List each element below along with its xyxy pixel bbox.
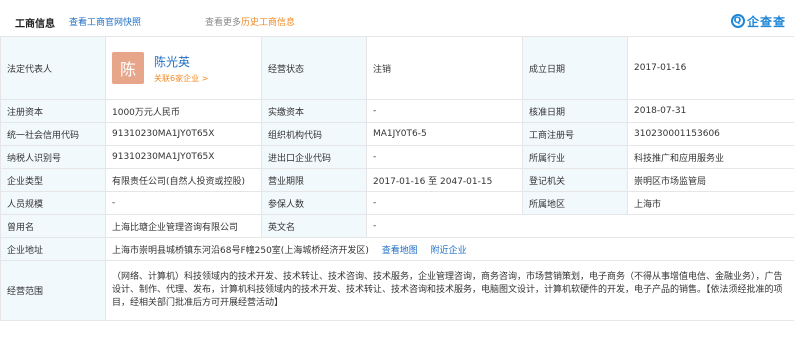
import-value: - (366, 145, 523, 169)
table-row: 企业类型 有限责任公司(自然人投资或控股) 营业期限 2017-01-16 至 … (0, 168, 794, 192)
reg-no-value: 310230001153606 (627, 122, 794, 146)
address-label: 企业地址 (0, 237, 106, 261)
table-row: 注册资本 1000万元人民币 实缴资本 - 核准日期 2018-07-31 (0, 99, 794, 123)
tax-id-value: 91310230MA1JY0T65X (105, 145, 262, 169)
table-row: 经营范围 （网络、计算机）科技领域内的技术开发、技术转让、技术咨询、技术服务，企… (0, 260, 794, 321)
logo-icon: Q (730, 14, 745, 28)
logo-text: 企查查 (746, 14, 786, 29)
table-row: 统一社会信用代码 91310230MA1JY0T65X 组织机构代码 MA1JY… (0, 122, 794, 146)
avatar: 陈 (112, 52, 144, 84)
authority-label: 登记机关 (522, 168, 628, 192)
region-value: 上海市 (627, 191, 794, 215)
authority-value: 崇明区市场监管局 (627, 168, 794, 192)
credit-code-value: 91310230MA1JY0T65X (105, 122, 262, 146)
type-value: 有限责任公司(自然人投资或控股) (105, 168, 262, 192)
table-row: 企业地址 上海市崇明县城桥镇东河沿68号F幢250室(上海城桥经济开发区) 查看… (0, 237, 794, 261)
rep-label: 法定代表人 (0, 36, 106, 100)
business-info-table: 法定代表人 陈 陈光英 关联6家企业 > 经营状态 注销 成立日期 2017-0… (0, 36, 794, 321)
history-link-text[interactable]: 历史工商信息 (241, 18, 295, 28)
term-value: 2017-01-16 至 2047-01-15 (366, 168, 523, 192)
nearby-companies-link[interactable]: 附近企业 (431, 246, 467, 256)
rep-name-link[interactable]: 陈光英 (154, 53, 208, 70)
tax-id-label: 纳税人识别号 (0, 145, 106, 169)
scope-label: 经营范围 (0, 260, 106, 321)
address-value: 上海市崇明县城桥镇东河沿68号F幢250室(上海城桥经济开发区) (112, 245, 369, 256)
insured-label: 参保人数 (261, 191, 367, 215)
approved-label: 核准日期 (522, 99, 628, 123)
table-row: 法定代表人 陈 陈光英 关联6家企业 > 经营状态 注销 成立日期 2017-0… (0, 36, 794, 100)
approved-value: 2018-07-31 (627, 99, 794, 123)
staff-value: - (105, 191, 262, 215)
status-value: 注销 (366, 36, 523, 100)
paid-value: - (366, 99, 523, 123)
section-header: 工商信息 查看工商官网快照 查看更多历史工商信息 Q 企查查 (0, 0, 794, 30)
staff-label: 人员规模 (0, 191, 106, 215)
import-label: 进出口企业代码 (261, 145, 367, 169)
capital-label: 注册资本 (0, 99, 106, 123)
term-label: 营业期限 (261, 168, 367, 192)
status-label: 经营状态 (261, 36, 367, 100)
qichacha-logo[interactable]: Q 企查查 (730, 11, 786, 31)
english-value: - (366, 214, 794, 238)
reg-no-label: 工商注册号 (522, 122, 628, 146)
org-code-label: 组织机构代码 (261, 122, 367, 146)
english-label: 英文名 (261, 214, 367, 238)
related-companies-link[interactable]: 关联6家企业 > (154, 73, 208, 84)
snapshot-link[interactable]: 查看工商官网快照 (69, 15, 141, 28)
capital-value: 1000万元人民币 (105, 99, 262, 123)
view-map-link[interactable]: 查看地图 (382, 246, 418, 256)
section-title: 工商信息 (15, 19, 55, 30)
former-name-value: 上海比瑭企业管理咨询有限公司 (105, 214, 262, 238)
history-prefix: 查看更多 (205, 18, 242, 28)
founded-label: 成立日期 (522, 36, 628, 100)
rep-cell: 陈 陈光英 关联6家企业 > (105, 36, 262, 100)
credit-code-label: 统一社会信用代码 (0, 122, 106, 146)
history-link[interactable]: 查看更多历史工商信息 (205, 15, 295, 28)
org-code-value: MA1JY0T6-5 (366, 122, 523, 146)
insured-value: - (366, 191, 523, 215)
region-label: 所属地区 (522, 191, 628, 215)
paid-label: 实缴资本 (261, 99, 367, 123)
scope-value: （网络、计算机）科技领域内的技术开发、技术转让、技术咨询、技术服务，企业管理咨询… (105, 260, 794, 321)
address-cell: 上海市崇明县城桥镇东河沿68号F幢250室(上海城桥经济开发区) 查看地图 附近… (105, 237, 794, 261)
industry-value: 科技推广和应用服务业 (627, 145, 794, 169)
table-row: 人员规模 - 参保人数 - 所属地区 上海市 (0, 191, 794, 215)
table-row: 曾用名 上海比瑭企业管理咨询有限公司 英文名 - (0, 214, 794, 238)
type-label: 企业类型 (0, 168, 106, 192)
table-row: 纳税人识别号 91310230MA1JY0T65X 进出口企业代码 - 所属行业… (0, 145, 794, 169)
founded-value: 2017-01-16 (627, 36, 794, 100)
former-name-label: 曾用名 (0, 214, 106, 238)
industry-label: 所属行业 (522, 145, 628, 169)
